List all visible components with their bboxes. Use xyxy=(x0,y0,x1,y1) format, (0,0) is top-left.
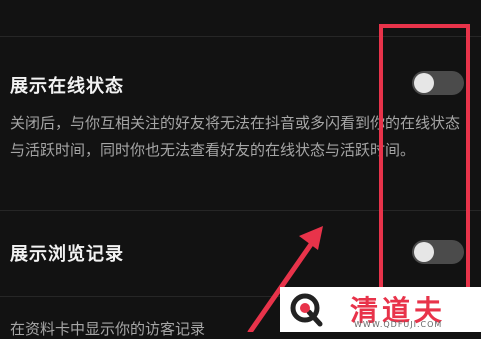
annotation-highlight-box xyxy=(379,24,470,314)
browsing-history-title: 展示浏览记录 xyxy=(10,244,124,265)
q-logo-icon xyxy=(290,293,323,327)
online-status-title: 展示在线状态 xyxy=(10,76,124,97)
next-setting-partial: 在资料卡中显示你的访客记录 xyxy=(10,320,206,338)
watermark-url: WWW.QDFUJI.COM xyxy=(354,320,443,329)
watermark: 清道夫 WWW.QDFUJI.COM xyxy=(280,287,481,332)
